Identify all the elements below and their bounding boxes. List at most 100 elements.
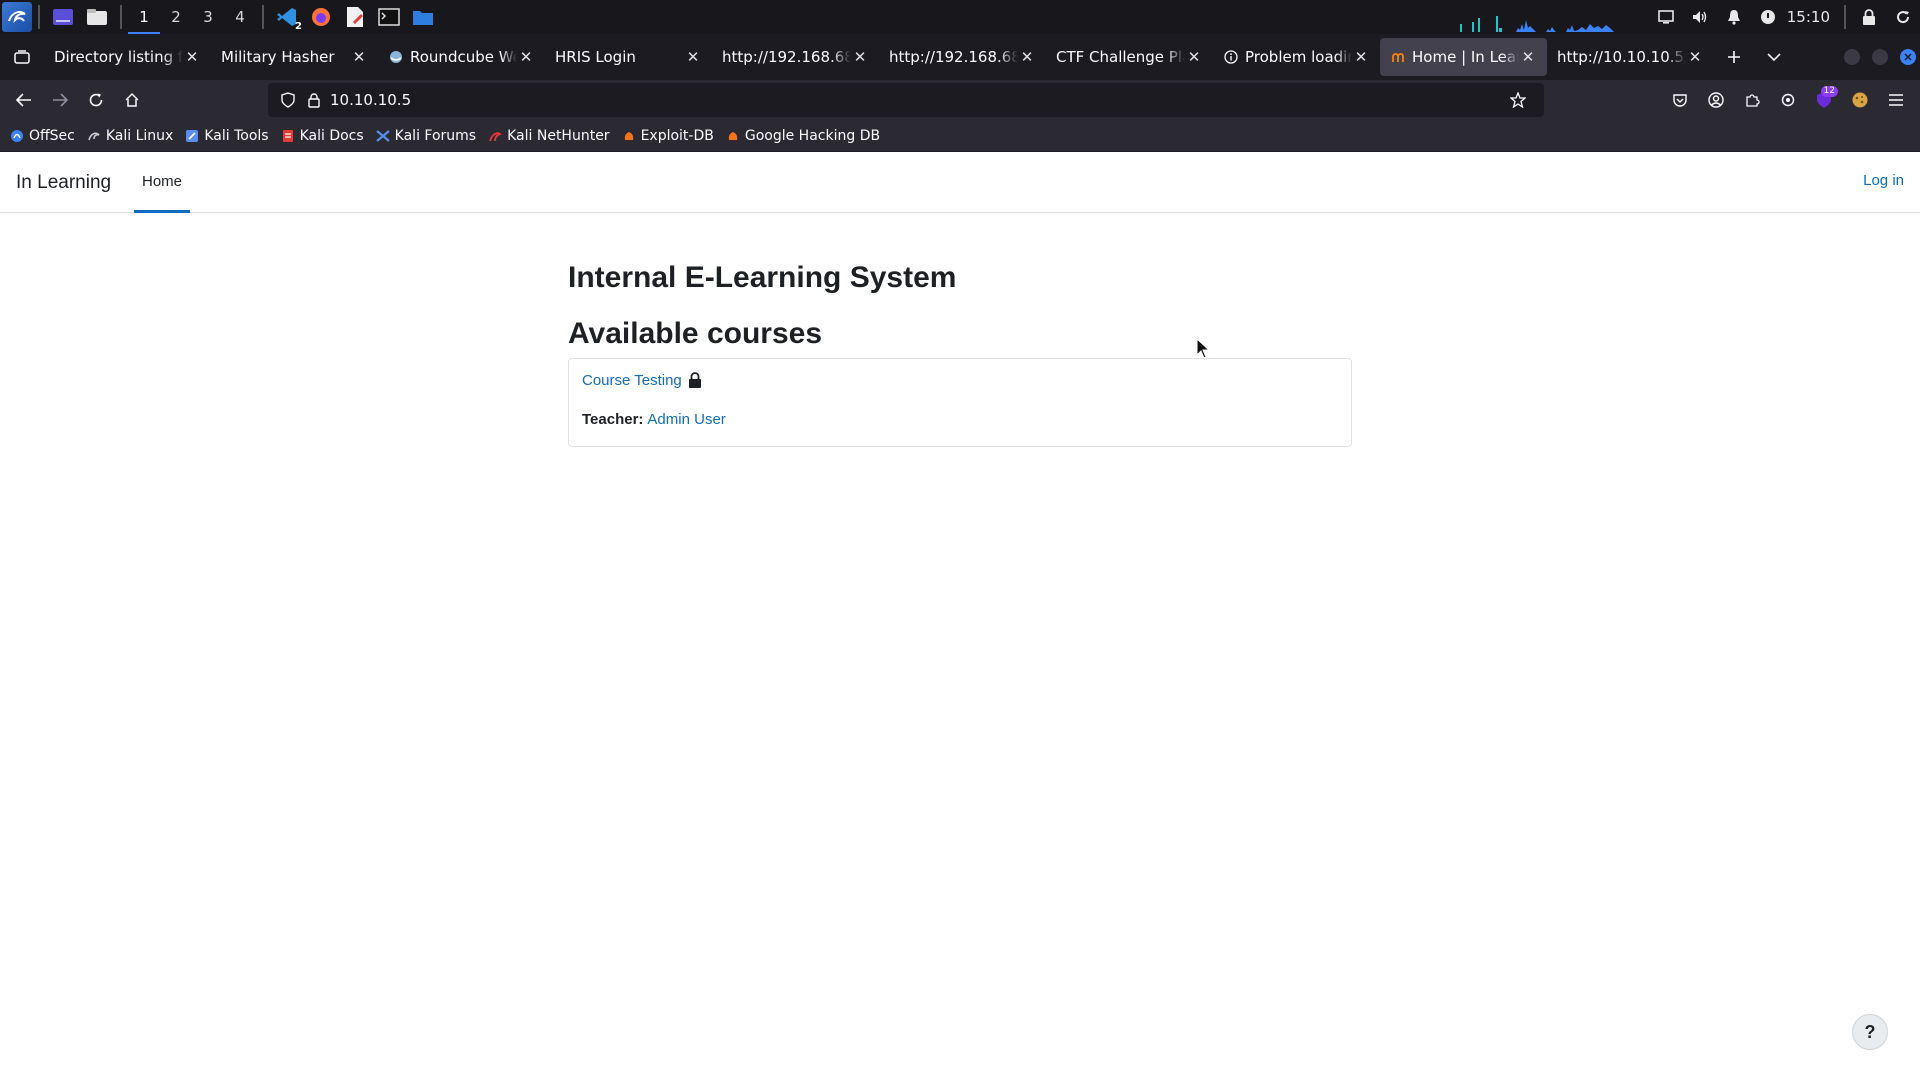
lock-icon (688, 371, 704, 389)
bookmark-item[interactable]: Kali Forums (375, 127, 477, 144)
minimize-button[interactable] (1844, 49, 1860, 65)
clock[interactable]: 15:10 (1785, 8, 1838, 26)
browser-tab[interactable]: http://192.168.68.12 ✕ (879, 38, 1046, 76)
bookmark-item[interactable]: Kali Docs (281, 128, 364, 144)
bookmark-label: Kali Forums (394, 127, 477, 144)
bookmark-item[interactable]: OffSec (10, 128, 75, 144)
browser-tab[interactable]: HRIS Login ✕ (545, 38, 712, 76)
nav-home-tab[interactable]: Home (134, 152, 190, 213)
help-button[interactable]: ? (1852, 1014, 1888, 1050)
tab-close-icon[interactable]: ✕ (1686, 48, 1704, 66)
bookmark-item[interactable]: Kali NetHunter (488, 127, 610, 144)
tab-close-icon[interactable]: ✕ (851, 48, 869, 66)
tab-close-icon[interactable]: ✕ (183, 48, 201, 66)
vscode-icon[interactable]: 2 (274, 4, 302, 32)
new-tab-button[interactable] (1714, 38, 1754, 76)
bookmark-label: Google Hacking DB (744, 127, 881, 144)
back-button[interactable] (6, 84, 42, 116)
system-tray: 15:10 (1649, 0, 1920, 34)
bookmark-item[interactable]: Google Hacking DB (726, 128, 880, 144)
kali-docs-icon (281, 129, 295, 143)
bookmarks-toolbar: OffSec Kali Linux Kali Tools Kali Docs K… (0, 120, 1920, 152)
login-link[interactable]: Log in (1863, 172, 1904, 189)
cookie-extension-button[interactable] (1842, 82, 1878, 118)
workspace-switcher: 1 2 3 4 (128, 0, 256, 34)
tab-close-icon[interactable]: ✕ (1352, 48, 1370, 66)
browser-tab-strip: Directory listing for ✕ Military Hasher … (0, 34, 1920, 80)
browser-tab[interactable]: Roundcube Webmail ✕ (378, 38, 545, 76)
window-controls (1844, 34, 1920, 80)
workspace-3[interactable]: 3 (192, 0, 224, 34)
workspace-4[interactable]: 4 (224, 0, 256, 34)
close-window-button[interactable] (1900, 49, 1916, 65)
browser-tab[interactable]: Directory listing for ✕ (44, 38, 211, 76)
page-title: Internal E-Learning System (568, 261, 957, 294)
bookmark-label: Kali NetHunter (507, 127, 610, 144)
folder-icon[interactable] (410, 4, 436, 30)
course-link[interactable]: Course Testing (582, 372, 682, 389)
url-bar[interactable]: 10.10.10.5 (268, 83, 1544, 117)
screen-icon[interactable] (1649, 0, 1683, 34)
firefox-view-button[interactable] (0, 34, 44, 80)
tab-close-icon[interactable]: ✕ (1185, 48, 1203, 66)
extension-badge: 12 (1820, 86, 1838, 97)
firefox-icon[interactable] (308, 4, 334, 30)
browser-tab[interactable]: CTF Challenge Platform ✕ (1046, 38, 1213, 76)
connection-lock-icon[interactable] (304, 90, 324, 110)
text-editor-icon[interactable] (342, 4, 368, 30)
terminal-icon[interactable] (376, 4, 402, 30)
site-navbar: In Learning Home Log in (0, 152, 1920, 213)
browser-tab[interactable]: Military Hasher ✕ (211, 38, 378, 76)
url-text[interactable]: 10.10.10.5 (330, 91, 1508, 109)
tab-close-icon[interactable]: ✕ (684, 48, 702, 66)
workspace-2[interactable]: 2 (160, 0, 192, 34)
tab-close-icon[interactable]: ✕ (1519, 48, 1537, 66)
volume-icon[interactable] (1683, 0, 1717, 34)
kali-menu-icon[interactable] (2, 2, 32, 32)
browser-tab-active[interactable]: Home | In Learning ✕ (1380, 38, 1547, 76)
extensions-button[interactable] (1734, 82, 1770, 118)
mouse-cursor-icon (1196, 338, 1210, 359)
account-icon (1708, 92, 1724, 108)
power-status-icon[interactable] (1751, 0, 1785, 34)
browser-tab[interactable]: Problem loading page ✕ (1213, 38, 1380, 76)
tab-close-icon[interactable]: ✕ (1018, 48, 1036, 66)
tab-title: http://192.168.68.12 (889, 48, 1018, 66)
browser-tab[interactable]: http://192.168.68.12 ✕ (712, 38, 879, 76)
puzzle-icon (1746, 94, 1760, 107)
notification-bell-icon[interactable] (1717, 0, 1751, 34)
browser-tab[interactable]: http://10.10.10.5/ ✕ (1547, 38, 1714, 76)
bookmark-item[interactable]: Kali Tools (185, 128, 269, 144)
tracking-protection-shield-icon[interactable] (278, 90, 298, 110)
vscode-count: 2 (295, 21, 302, 32)
pocket-button[interactable] (1662, 82, 1698, 118)
tab-title: CTF Challenge Platform (1056, 48, 1185, 66)
addon-shield-button[interactable]: 12 (1806, 82, 1842, 118)
workspace-1[interactable]: 1 (128, 0, 160, 34)
reload-button[interactable] (78, 84, 114, 116)
forward-button[interactable] (42, 84, 78, 116)
lock-icon[interactable] (1852, 0, 1886, 34)
list-all-tabs-button[interactable] (1754, 38, 1794, 76)
refresh-icon[interactable] (1886, 0, 1920, 34)
maximize-button[interactable] (1872, 49, 1888, 65)
home-button[interactable] (114, 84, 150, 116)
app-menu-button[interactable] (1878, 82, 1914, 118)
taskbar-separator (262, 5, 264, 29)
teacher-link[interactable]: Admin User (647, 411, 725, 428)
bookmark-item[interactable]: Exploit-DB (622, 128, 714, 144)
desktop-icon[interactable] (50, 4, 76, 30)
tab-close-icon[interactable]: ✕ (350, 48, 368, 66)
account-button[interactable] (1698, 82, 1734, 118)
site-brand[interactable]: In Learning (16, 172, 111, 194)
reload-icon (89, 93, 103, 107)
file-manager-icon[interactable] (84, 4, 110, 30)
tab-title: Home | In Learning (1412, 48, 1519, 66)
tab-close-icon[interactable]: ✕ (517, 48, 535, 66)
cookie-icon (1852, 92, 1868, 108)
bookmark-star-icon[interactable] (1508, 90, 1528, 110)
addon-button[interactable] (1770, 82, 1806, 118)
web-page: In Learning Home Log in Internal E-Learn… (0, 152, 1920, 1080)
tab-title: Directory listing for (54, 48, 183, 66)
bookmark-item[interactable]: Kali Linux (87, 128, 173, 144)
